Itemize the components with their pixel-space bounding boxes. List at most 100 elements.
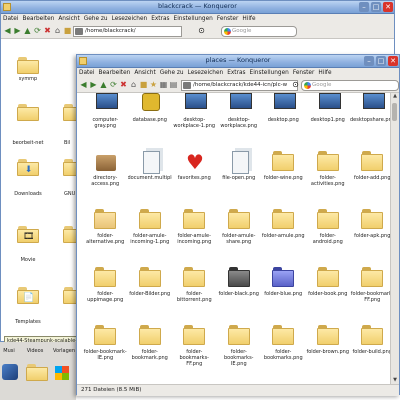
list-item[interactable]: folder-amule-share.png xyxy=(217,195,262,253)
home-icon[interactable]: ⌂ xyxy=(129,80,138,89)
list-item[interactable]: document.multiple.png xyxy=(128,137,172,195)
list-item[interactable] xyxy=(63,104,77,121)
list-item[interactable]: folder-alternative.png xyxy=(83,195,128,253)
front-titlebar[interactable]: places — Konqueror – □ ✕ xyxy=(77,55,399,68)
list-item[interactable]: folder-bookmarks.png xyxy=(261,311,306,369)
list-item[interactable]: folder-amule.png xyxy=(261,195,306,253)
minimize-icon[interactable]: – xyxy=(364,56,374,66)
menu-lesezeichen[interactable]: Lesezeichen xyxy=(186,68,226,78)
menu-datei[interactable]: Datei xyxy=(1,14,20,24)
reload-icon[interactable]: ⟳ xyxy=(109,80,118,89)
list-item[interactable]: 📄 xyxy=(17,287,39,304)
list-item[interactable]: desktop.png xyxy=(261,93,306,137)
close-icon[interactable]: ✕ xyxy=(388,56,398,66)
menu-bearbeiten[interactable]: Bearbeiten xyxy=(20,14,56,24)
menu-gehe-zu[interactable]: Gehe zu xyxy=(82,14,110,24)
maximize-icon[interactable]: □ xyxy=(371,2,381,12)
up-arrow-icon[interactable]: ▲ xyxy=(99,80,108,89)
list-item[interactable] xyxy=(63,159,77,176)
menu-ansicht[interactable]: Ansicht xyxy=(56,14,81,24)
list-item[interactable]: database.png xyxy=(128,93,173,137)
folder-icon[interactable]: ■ xyxy=(139,80,148,89)
menu-ansicht[interactable]: Ansicht xyxy=(132,68,157,78)
launcher-icon[interactable] xyxy=(2,364,18,380)
vertical-scrollbar[interactable]: ▲ ▼ xyxy=(390,93,399,384)
list-item[interactable]: folder-Bilder.png xyxy=(128,253,173,311)
list-item[interactable]: folder-bookmark-IE.png xyxy=(83,311,128,369)
minimize-icon[interactable]: – xyxy=(359,2,369,12)
list-item[interactable]: computer-gray.png xyxy=(83,93,128,137)
menu-hilfe[interactable]: Hilfe xyxy=(316,68,333,78)
bookmark-icon[interactable]: ★ xyxy=(149,80,158,89)
list-item[interactable]: folder-apk.png xyxy=(350,195,391,253)
list-item[interactable] xyxy=(17,104,39,121)
list-item[interactable]: folder-brown.png xyxy=(306,311,351,369)
list-item[interactable]: ⬇ xyxy=(17,159,39,176)
location-go-icon[interactable]: ⊙ xyxy=(291,80,300,89)
scroll-thumb[interactable] xyxy=(392,103,397,121)
forward-arrow-icon[interactable]: ▶ xyxy=(13,26,22,35)
back-arrow-icon[interactable]: ◀ xyxy=(79,80,88,89)
taskbar-folder-icon[interactable] xyxy=(26,364,48,381)
folder-icon[interactable]: ■ xyxy=(63,26,72,35)
maximize-icon[interactable]: □ xyxy=(376,56,386,66)
list-item[interactable]: desktop-workplace.png xyxy=(217,93,262,137)
home-icon[interactable]: ⌂ xyxy=(53,26,62,35)
list-item[interactable]: folder-build.png xyxy=(350,311,391,369)
list-item[interactable]: folder-bookmarks-FF.png xyxy=(172,311,217,369)
back-titlebar[interactable]: blackcrack — Konqueror – □ ✕ xyxy=(1,1,394,14)
list-item[interactable] xyxy=(17,57,39,74)
menu-einstellungen[interactable]: Einstellungen xyxy=(172,14,215,24)
menu-lesezeichen[interactable]: Lesezeichen xyxy=(110,14,150,24)
menu-einstellungen[interactable]: Einstellungen xyxy=(248,68,291,78)
list-item[interactable]: folder-activities.png xyxy=(306,137,351,195)
list-item[interactable]: folder-amule-incoming-1.png xyxy=(128,195,173,253)
list-item[interactable]: folder-black.png xyxy=(217,253,262,311)
list-item[interactable]: 🎞 xyxy=(17,226,39,243)
menu-hilfe[interactable]: Hilfe xyxy=(240,14,257,24)
list-item[interactable]: desktopshare.png xyxy=(350,93,391,137)
back-location-bar[interactable]: /home/blackcrack/ xyxy=(73,26,182,37)
scroll-up-icon[interactable]: ▲ xyxy=(391,93,399,100)
list-item[interactable]: folder-bittorrent.png xyxy=(172,253,217,311)
location-go-icon[interactable]: ⊙ xyxy=(197,26,206,35)
tree-icon[interactable]: ▤ xyxy=(169,80,178,89)
list-item[interactable]: folder-blue.png xyxy=(261,253,306,311)
stop-icon[interactable]: ✖ xyxy=(119,80,128,89)
view-icon[interactable]: ▦ xyxy=(159,80,168,89)
back-arrow-icon[interactable]: ◀ xyxy=(3,26,12,35)
list-item[interactable]: directory-access.png xyxy=(83,137,128,195)
list-item[interactable]: desktop1.png xyxy=(306,93,351,137)
menu-bearbeiten[interactable]: Bearbeiten xyxy=(96,68,132,78)
list-item[interactable]: folder-book.png xyxy=(306,253,351,311)
forward-arrow-icon[interactable]: ▶ xyxy=(89,80,98,89)
list-item[interactable]: folder-wine.png xyxy=(261,137,306,195)
back-search-input[interactable]: Google xyxy=(221,26,297,37)
list-item[interactable]: folder-bookmark-FF.png xyxy=(350,253,391,311)
list-item[interactable]: folder-bookmark.png xyxy=(128,311,173,369)
menu-fenster[interactable]: Fenster xyxy=(291,68,317,78)
stop-icon[interactable]: ✖ xyxy=(43,26,52,35)
list-item[interactable]: folder-uppimage.png xyxy=(83,253,128,311)
front-location-bar[interactable]: /home/blackcrack/kde44-icn/plc-w xyxy=(181,80,298,91)
list-item[interactable]: folder-bookmarks-IE.png xyxy=(217,311,262,369)
list-item[interactable]: folder-amule-incoming.png xyxy=(172,195,217,253)
menu-gehe-zu[interactable]: Gehe zu xyxy=(158,68,186,78)
list-item[interactable]: file-open.png xyxy=(217,137,262,195)
up-arrow-icon[interactable]: ▲ xyxy=(23,26,32,35)
menu-extras[interactable]: Extras xyxy=(225,68,247,78)
menu-datei[interactable]: Datei xyxy=(77,68,96,78)
list-item[interactable]: folder-android.png xyxy=(306,195,351,253)
front-search-input[interactable]: Google xyxy=(301,80,399,91)
list-item[interactable]: ♥ favorites.png xyxy=(172,137,217,195)
scroll-down-icon[interactable]: ▼ xyxy=(391,377,399,384)
list-item[interactable] xyxy=(63,226,77,243)
list-item[interactable] xyxy=(63,287,77,304)
reload-icon[interactable]: ⟳ xyxy=(33,26,42,35)
menu-extras[interactable]: Extras xyxy=(149,14,171,24)
close-icon[interactable]: ✕ xyxy=(383,2,393,12)
list-item[interactable]: folder-add.png xyxy=(350,137,391,195)
menu-fenster[interactable]: Fenster xyxy=(215,14,241,24)
list-item[interactable]: desktop-workplace-1.png xyxy=(172,93,217,137)
windows-logo-icon[interactable] xyxy=(55,366,69,380)
